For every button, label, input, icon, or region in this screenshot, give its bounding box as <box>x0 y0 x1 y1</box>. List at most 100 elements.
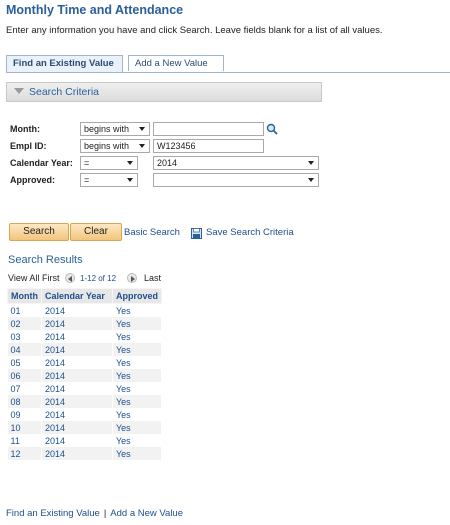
table-row[interactable]: 12 2014 Yes <box>7 447 163 460</box>
calendar-year-cell[interactable]: 2014 <box>41 356 113 369</box>
footer-separator: | <box>103 508 107 519</box>
save-search-icon[interactable] <box>191 228 202 239</box>
month-cell[interactable]: 09 <box>7 408 42 421</box>
approved-cell[interactable]: Yes <box>112 395 163 408</box>
first-link[interactable]: First <box>42 273 60 283</box>
approved-cell[interactable]: Yes <box>112 369 163 382</box>
empl-id-operator-select[interactable]: begins with <box>80 139 150 153</box>
basic-search-link[interactable]: Basic Search <box>124 227 180 238</box>
calendar-year-value: 2014 <box>157 158 178 168</box>
calendar-year-cell[interactable]: 2014 <box>41 369 113 382</box>
search-results-title: Search Results <box>8 254 83 266</box>
table-row[interactable]: 04 2014 Yes <box>7 343 163 356</box>
dropdown-arrow-icon <box>127 161 133 165</box>
calendar-year-cell[interactable]: 2014 <box>41 395 113 408</box>
dropdown-arrow-icon <box>139 127 145 131</box>
column-header-month: Month <box>7 288 42 304</box>
month-cell[interactable]: 02 <box>7 317 42 330</box>
table-row[interactable]: 01 2014 Yes <box>7 303 163 317</box>
table-row[interactable]: 03 2014 Yes <box>7 330 163 343</box>
table-row[interactable]: 09 2014 Yes <box>7 408 163 421</box>
column-header-approved: Approved <box>111 288 163 304</box>
approved-cell[interactable]: Yes <box>112 356 163 369</box>
lookup-magnifier-icon[interactable] <box>266 123 278 135</box>
footer-find-existing-link[interactable]: Find an Existing Value <box>6 508 100 519</box>
month-operator-select[interactable]: begins with <box>80 122 150 136</box>
table-row[interactable]: 07 2014 Yes <box>7 382 163 395</box>
footer-add-new-link[interactable]: Add a New Value <box>110 508 183 519</box>
clear-button[interactable]: Clear <box>70 223 122 241</box>
calendar-year-cell[interactable]: 2014 <box>41 317 113 330</box>
calendar-year-cell[interactable]: 2014 <box>41 303 113 317</box>
dropdown-arrow-icon <box>308 178 314 182</box>
column-header-calendar-year: Calendar Year <box>41 288 113 304</box>
table-row[interactable]: 05 2014 Yes <box>7 356 163 369</box>
table-row[interactable]: 10 2014 Yes <box>7 421 163 434</box>
approved-cell[interactable]: Yes <box>112 447 163 460</box>
approved-cell[interactable]: Yes <box>112 382 163 395</box>
tab-find-existing-value[interactable]: Find an Existing Value <box>6 55 123 73</box>
approved-cell[interactable]: Yes <box>112 343 163 356</box>
calendar-year-cell[interactable]: 2014 <box>41 330 113 343</box>
table-header-row: Month Calendar Year Approved <box>7 288 163 304</box>
results-range: 1-12 of 12 <box>80 274 117 283</box>
approved-cell[interactable]: Yes <box>112 434 163 447</box>
page-title: Monthly Time and Attendance <box>6 3 184 17</box>
month-cell[interactable]: 05 <box>7 356 42 369</box>
approved-cell[interactable]: Yes <box>112 421 163 434</box>
previous-arrow-icon[interactable] <box>65 273 75 283</box>
month-cell[interactable]: 10 <box>7 421 42 434</box>
calendar-year-cell[interactable]: 2014 <box>41 421 113 434</box>
approved-cell[interactable]: Yes <box>112 330 163 343</box>
calendar-year-select[interactable]: 2014 <box>153 156 319 170</box>
footer-links: Find an Existing Value | Add a New Value <box>6 508 183 519</box>
table-row[interactable]: 08 2014 Yes <box>7 395 163 408</box>
empl-id-input[interactable]: W123456 <box>153 139 264 153</box>
month-cell[interactable]: 03 <box>7 330 42 343</box>
calendar-year-cell[interactable]: 2014 <box>41 447 113 460</box>
dropdown-arrow-icon <box>127 178 133 182</box>
approved-cell[interactable]: Yes <box>112 303 163 317</box>
calendar-year-operator-select[interactable]: = <box>80 156 138 170</box>
month-cell[interactable]: 08 <box>7 395 42 408</box>
month-cell[interactable]: 06 <box>7 369 42 382</box>
calendar-year-cell[interactable]: 2014 <box>41 408 113 421</box>
search-criteria-header[interactable]: Search Criteria <box>6 82 322 102</box>
calendar-year-cell[interactable]: 2014 <box>41 343 113 356</box>
calendar-year-cell[interactable]: 2014 <box>41 382 113 395</box>
search-button[interactable]: Search <box>9 223 69 241</box>
table-row[interactable]: 06 2014 Yes <box>7 369 163 382</box>
table-row[interactable]: 11 2014 Yes <box>7 434 163 447</box>
instructions-text: Enter any information you have and click… <box>6 25 383 36</box>
search-criteria-label: Search Criteria <box>29 86 100 98</box>
month-label: Month: <box>10 124 40 134</box>
approved-label: Approved: <box>10 175 55 185</box>
approved-cell[interactable]: Yes <box>112 317 163 330</box>
month-cell[interactable]: 07 <box>7 382 42 395</box>
dropdown-arrow-icon <box>139 144 145 148</box>
approved-operator-value: = <box>84 175 90 185</box>
month-cell[interactable]: 12 <box>7 447 42 460</box>
table-row[interactable]: 02 2014 Yes <box>7 317 163 330</box>
approved-cell[interactable]: Yes <box>112 408 163 421</box>
empl-id-operator-value: begins with <box>84 141 130 151</box>
dropdown-arrow-icon <box>308 161 314 165</box>
approved-select[interactable] <box>153 173 319 187</box>
month-cell[interactable]: 04 <box>7 343 42 356</box>
calendar-year-cell[interactable]: 2014 <box>41 434 113 447</box>
calendar-year-label: Calendar Year: <box>10 158 73 168</box>
month-input[interactable] <box>153 122 264 136</box>
collapse-triangle-icon <box>14 88 24 94</box>
save-search-criteria-link[interactable]: Save Search Criteria <box>206 227 294 238</box>
empl-id-label: Empl ID: <box>10 141 47 151</box>
last-link[interactable]: Last <box>144 273 161 283</box>
tab-add-new-value[interactable]: Add a New Value <box>128 55 224 71</box>
month-cell[interactable]: 11 <box>7 434 42 447</box>
month-cell[interactable]: 01 <box>7 303 42 317</box>
search-results-table: Month Calendar Year Approved 01 2014 Yes 02… <box>7 288 163 460</box>
tab-divider <box>6 72 450 73</box>
view-all-link[interactable]: View All <box>8 273 39 283</box>
approved-operator-select[interactable]: = <box>80 173 138 187</box>
calendar-year-operator-value: = <box>84 158 90 168</box>
next-arrow-icon[interactable] <box>127 273 137 283</box>
